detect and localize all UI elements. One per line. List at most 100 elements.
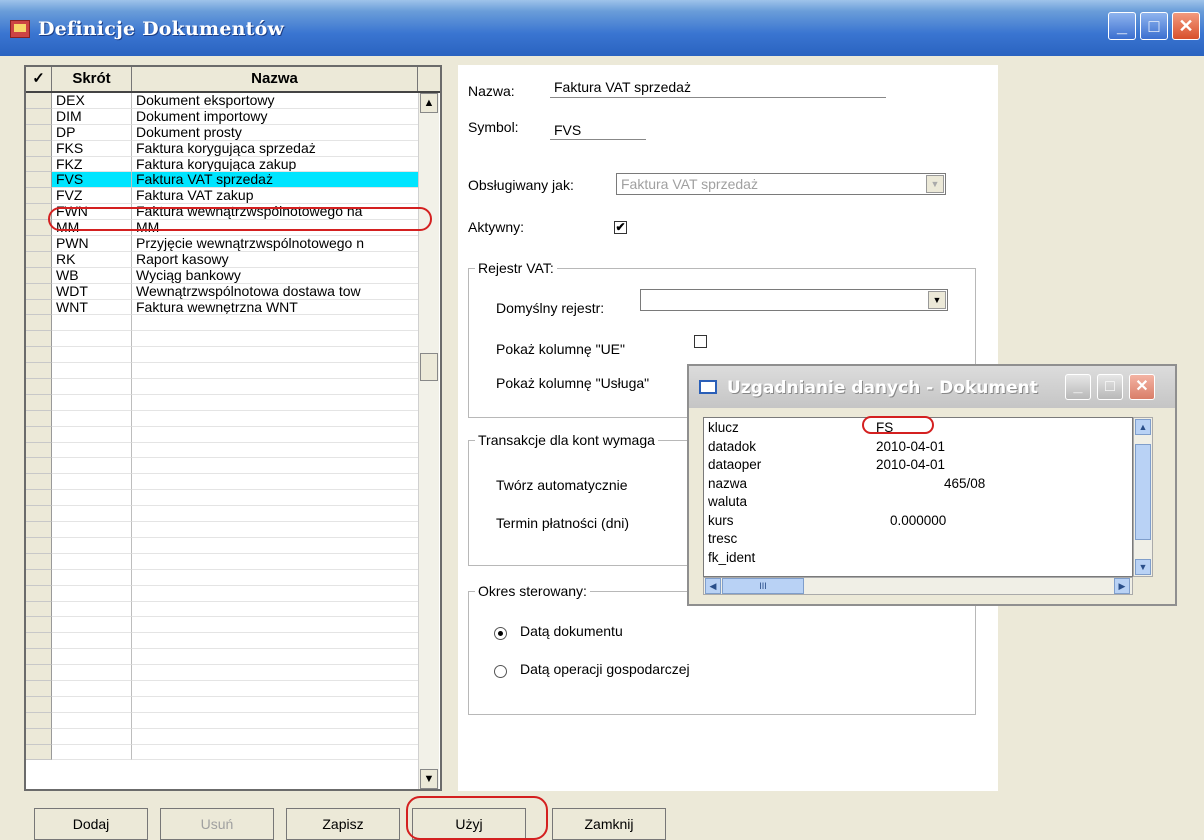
row-indicator[interactable]	[26, 537, 52, 554]
row-indicator[interactable]	[26, 315, 52, 332]
usun-button[interactable]: Usuń	[160, 808, 274, 840]
table-row[interactable]	[26, 537, 418, 554]
scroll-thumb[interactable]	[420, 353, 438, 381]
domyslny-rejestr-select[interactable]: ▼	[640, 289, 948, 311]
row-indicator[interactable]	[26, 649, 52, 666]
scroll-right-icon[interactable]: ▶	[1114, 578, 1130, 594]
row-indicator[interactable]	[26, 712, 52, 729]
maximize-button[interactable]: □	[1140, 12, 1168, 40]
row-indicator[interactable]	[26, 490, 52, 507]
table-row[interactable]	[26, 744, 418, 761]
table-row[interactable]	[26, 522, 418, 538]
radio-data-dokumentu[interactable]	[494, 627, 507, 640]
scroll-down-icon[interactable]: ▼	[1135, 559, 1151, 575]
popup-horizontal-scrollbar[interactable]: ◀ III ▶	[703, 577, 1133, 595]
row-indicator[interactable]	[26, 728, 52, 745]
row-indicator[interactable]	[26, 251, 52, 268]
table-row[interactable]: PWN Przyjęcie wewnątrzwspólnotowego n	[26, 235, 418, 252]
table-row[interactable]	[26, 426, 418, 443]
table-row[interactable]	[26, 569, 418, 586]
row-indicator[interactable]	[26, 665, 52, 681]
table-row[interactable]	[26, 617, 418, 634]
table-row[interactable]: WNT Faktura wewnętrzna WNT	[26, 299, 418, 316]
table-row[interactable]	[26, 331, 418, 348]
row-indicator[interactable]	[26, 426, 52, 443]
row-indicator[interactable]	[26, 156, 52, 173]
table-row[interactable]: FVS Faktura VAT sprzedaż	[26, 172, 418, 189]
scroll-down-icon[interactable]: ▼	[420, 769, 438, 789]
popup-vertical-scrollbar[interactable]: ▲ ▼	[1133, 417, 1153, 577]
minimize-button[interactable]: _	[1108, 12, 1136, 40]
row-indicator[interactable]	[26, 379, 52, 395]
row-indicator[interactable]	[26, 522, 52, 538]
table-row[interactable]	[26, 585, 418, 602]
row-indicator[interactable]	[26, 617, 52, 634]
table-row[interactable]	[26, 712, 418, 729]
pokaz-ue-checkbox[interactable]	[694, 335, 707, 348]
row-indicator[interactable]	[26, 140, 52, 157]
table-row[interactable]	[26, 410, 418, 427]
row-indicator[interactable]	[26, 410, 52, 427]
row-indicator[interactable]	[26, 299, 52, 316]
table-row[interactable]	[26, 394, 418, 411]
scroll-thumb[interactable]	[1135, 444, 1151, 540]
popup-data-list[interactable]: klucz FS datadok 2010-04-01 dataoper 2010-04-…	[703, 417, 1133, 577]
table-row[interactable]: WB Wyciąg bankowy	[26, 267, 418, 284]
table-row[interactable]	[26, 506, 418, 523]
symbol-field[interactable]: FVS	[554, 122, 581, 138]
nazwa-field[interactable]: Faktura VAT sprzedaż	[554, 79, 691, 95]
table-row[interactable]: FVZ Faktura VAT zakup	[26, 187, 418, 205]
row-indicator[interactable]	[26, 633, 52, 650]
obslugiwany-select[interactable]: Faktura VAT sprzedaż ▼	[616, 173, 946, 195]
table-row[interactable]	[26, 347, 418, 364]
row-indicator[interactable]	[26, 93, 52, 109]
zapisz-button[interactable]: Zapisz	[286, 808, 400, 840]
popup-close-button[interactable]: ✕	[1129, 374, 1155, 400]
aktywny-checkbox[interactable]: ✔	[614, 221, 627, 234]
zamknij-button[interactable]: Zamknij	[552, 808, 666, 840]
header-skrot[interactable]: Skrót	[52, 67, 132, 91]
row-indicator[interactable]	[26, 442, 52, 459]
table-row[interactable]: DIM Dokument importowy	[26, 108, 418, 125]
table-row[interactable]	[26, 649, 418, 666]
table-row[interactable]: DEX Dokument eksportowy	[26, 92, 418, 109]
row-indicator[interactable]	[26, 347, 52, 364]
row-indicator[interactable]	[26, 283, 52, 300]
header-nazwa[interactable]: Nazwa	[132, 67, 418, 91]
chevron-down-icon[interactable]: ▼	[926, 175, 944, 193]
row-indicator[interactable]	[26, 108, 52, 125]
row-indicator[interactable]	[26, 331, 52, 348]
radio-data-operacji[interactable]	[494, 665, 507, 678]
scroll-up-icon[interactable]: ▲	[420, 93, 438, 113]
table-row[interactable]: WDT Wewnątrzwspólnotowa dostawa tow	[26, 283, 418, 300]
table-row[interactable]	[26, 490, 418, 507]
table-row[interactable]	[26, 458, 418, 475]
table-row[interactable]: FKS Faktura korygująca sprzedaż	[26, 140, 418, 157]
table-row[interactable]	[26, 363, 418, 380]
table-row[interactable]	[26, 696, 418, 713]
table-row[interactable]	[26, 315, 418, 332]
close-button[interactable]: ✕	[1172, 12, 1200, 40]
grid-vertical-scrollbar[interactable]: ▲ ▼	[418, 93, 439, 789]
row-indicator[interactable]	[26, 474, 52, 491]
row-indicator[interactable]	[26, 394, 52, 411]
row-indicator[interactable]	[26, 172, 52, 189]
scroll-thumb[interactable]: III	[722, 578, 804, 594]
table-row[interactable]	[26, 728, 418, 745]
row-indicator[interactable]	[26, 585, 52, 602]
table-row[interactable]	[26, 665, 418, 681]
table-row[interactable]	[26, 633, 418, 650]
scroll-up-icon[interactable]: ▲	[1135, 419, 1151, 435]
dodaj-button[interactable]: Dodaj	[34, 808, 148, 840]
table-row[interactable]: RK Raport kasowy	[26, 251, 418, 268]
row-indicator[interactable]	[26, 553, 52, 570]
row-indicator[interactable]	[26, 236, 52, 252]
table-row[interactable]	[26, 379, 418, 395]
row-indicator[interactable]	[26, 363, 52, 380]
row-indicator[interactable]	[26, 744, 52, 761]
row-indicator[interactable]	[26, 188, 52, 205]
row-indicator[interactable]	[26, 506, 52, 523]
chevron-down-icon[interactable]: ▼	[928, 291, 946, 309]
table-row[interactable]: FKZ Faktura korygująca zakup	[26, 156, 418, 173]
row-indicator[interactable]	[26, 569, 52, 586]
